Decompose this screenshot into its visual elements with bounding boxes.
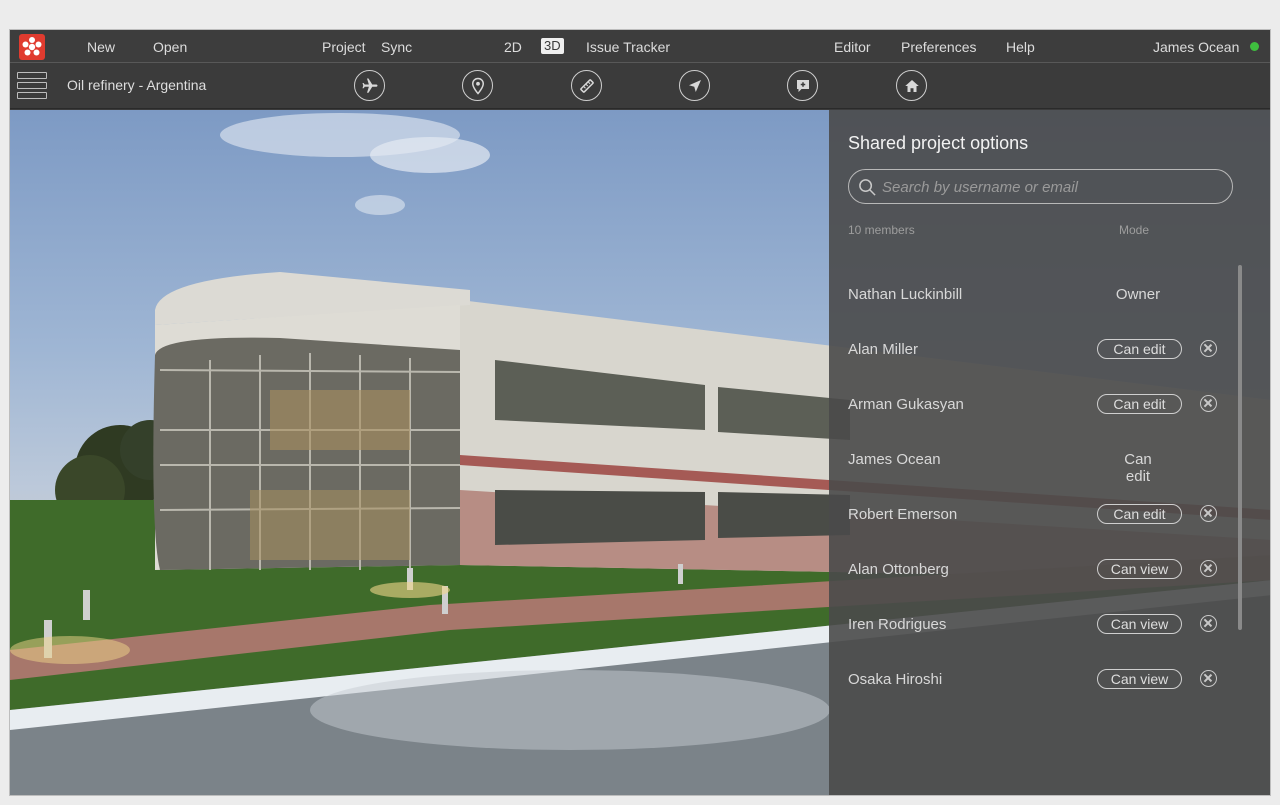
- panel-title: Shared project options: [848, 133, 1029, 153]
- members-count: 10 members: [848, 223, 915, 237]
- project-title: Oil refinery - Argentina: [67, 77, 207, 93]
- menu-new[interactable]: New: [87, 39, 115, 55]
- member-mode-dropdown[interactable]: Can view: [1097, 614, 1182, 634]
- member-name: Alan Miller: [848, 341, 919, 358]
- member-name: Arman Gukasyan: [848, 396, 964, 413]
- mode-header: Mode: [1119, 223, 1150, 237]
- member-name: Alan Ottonberg: [848, 561, 949, 578]
- member-row: Alan Ottonberg Can view: [829, 552, 1229, 592]
- search-field[interactable]: [848, 169, 1233, 204]
- remove-member-icon[interactable]: [1200, 340, 1217, 357]
- online-status-icon: [1250, 42, 1259, 51]
- ruler-icon[interactable]: [571, 70, 602, 101]
- menu-project[interactable]: Project: [322, 39, 366, 55]
- menu-bar: New Open Project Sync 2D 3D Issue Tracke…: [10, 30, 1270, 63]
- member-mode-dropdown[interactable]: Can view: [1097, 669, 1182, 689]
- member-mode: Owner: [1115, 286, 1161, 303]
- remove-member-icon[interactable]: [1200, 395, 1217, 412]
- member-row: Osaka Hiroshi Can view: [829, 662, 1229, 702]
- search-input[interactable]: [882, 177, 1222, 197]
- member-name: James Ocean: [848, 451, 941, 468]
- remove-member-icon[interactable]: [1200, 505, 1217, 522]
- airplane-icon[interactable]: [354, 70, 385, 101]
- member-row: Iren Rodrigues Can view: [829, 607, 1229, 647]
- member-row: Robert Emerson Can edit: [829, 497, 1229, 537]
- member-row: James Ocean Can edit: [829, 442, 1229, 485]
- member-mode-dropdown[interactable]: Can edit: [1097, 339, 1182, 359]
- menu-editor[interactable]: Editor: [834, 39, 871, 55]
- app-logo-icon[interactable]: [19, 34, 45, 60]
- app-window: New Open Project Sync 2D 3D Issue Tracke…: [9, 29, 1271, 796]
- menu-issue-tracker[interactable]: Issue Tracker: [586, 39, 670, 55]
- remove-member-icon[interactable]: [1200, 560, 1217, 577]
- home-icon[interactable]: [896, 70, 927, 101]
- member-mode: Can edit: [1124, 451, 1152, 485]
- navigation-arrow-icon[interactable]: [679, 70, 710, 101]
- member-row: Nathan Luckinbill Owner: [829, 277, 1229, 317]
- hamburger-menu-icon[interactable]: [17, 72, 47, 100]
- toolbar: Oil refinery - Argentina: [10, 63, 1270, 109]
- remove-member-icon[interactable]: [1200, 670, 1217, 687]
- member-list-scrollbar[interactable]: [1238, 265, 1242, 630]
- menu-help[interactable]: Help: [1006, 39, 1035, 55]
- view-2d-toggle[interactable]: 2D: [504, 39, 522, 55]
- add-comment-icon[interactable]: [787, 70, 818, 101]
- member-name: Osaka Hiroshi: [848, 671, 943, 688]
- user-name[interactable]: James Ocean: [1153, 39, 1239, 55]
- member-name: Robert Emerson: [848, 506, 958, 523]
- menu-preferences[interactable]: Preferences: [901, 39, 976, 55]
- member-mode-dropdown[interactable]: Can edit: [1097, 394, 1182, 414]
- member-mode-dropdown[interactable]: Can edit: [1097, 504, 1182, 524]
- menu-sync[interactable]: Sync: [381, 39, 412, 55]
- remove-member-icon[interactable]: [1200, 615, 1217, 632]
- member-row: Alan Miller Can edit: [829, 332, 1229, 372]
- search-icon: [859, 179, 876, 196]
- view-3d-toggle[interactable]: 3D: [541, 38, 564, 54]
- member-mode-dropdown[interactable]: Can view: [1097, 559, 1182, 579]
- member-row: Arman Gukasyan Can edit: [829, 387, 1229, 427]
- member-name: Iren Rodrigues: [848, 616, 947, 633]
- location-pin-icon[interactable]: [462, 70, 493, 101]
- member-name: Nathan Luckinbill: [848, 286, 963, 303]
- menu-open[interactable]: Open: [153, 39, 187, 55]
- shared-project-panel: Shared project options 10 members Mode N…: [829, 110, 1270, 795]
